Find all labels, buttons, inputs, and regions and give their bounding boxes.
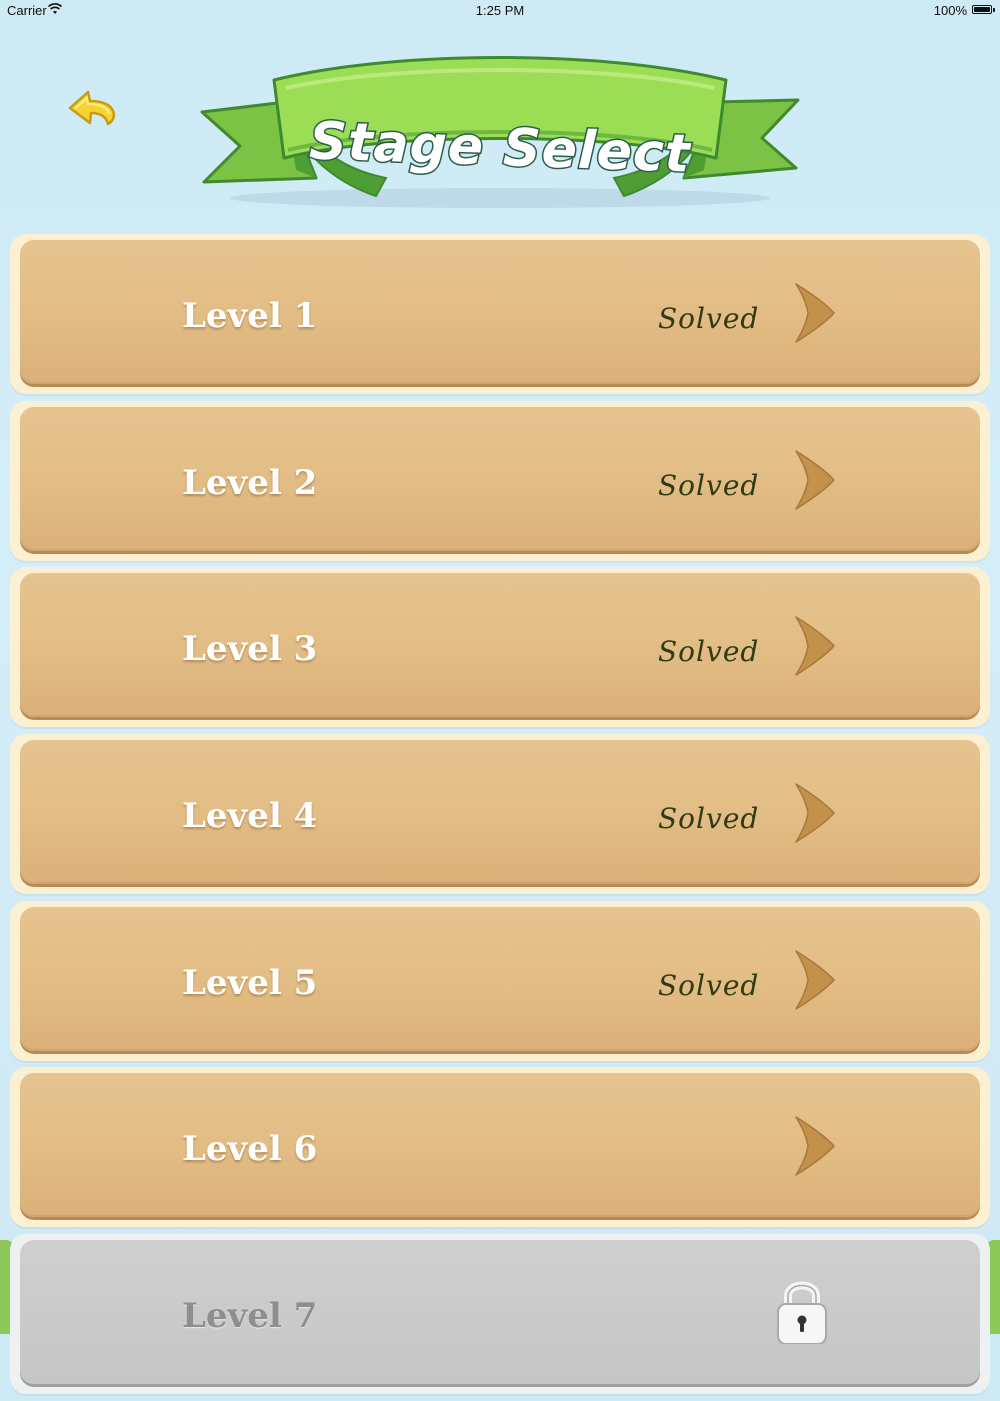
level-list: Level 1 Solved Level 2 Solved Level 3 So… — [10, 234, 990, 1401]
level-row-2[interactable]: Level 2 Solved — [10, 400, 990, 561]
level-card: Level 6 — [20, 1073, 980, 1218]
battery-percent: 100% — [933, 3, 967, 18]
chevron-right-icon — [795, 616, 835, 677]
solved-status: Solved — [658, 802, 760, 836]
level-card: Level 4 Solved — [20, 740, 980, 885]
level-row-3[interactable]: Level 3 Solved — [10, 567, 990, 728]
status-bar: Carrier 1:25 PM 100% — [0, 0, 1000, 22]
level-card: Level 7 — [20, 1240, 980, 1385]
level-label: Level 4 — [182, 796, 318, 837]
level-card: Level 1 Solved — [20, 240, 980, 384]
solved-status: Solved — [658, 968, 760, 1002]
solved-status: Solved — [658, 468, 760, 502]
level-card: Level 3 Solved — [20, 573, 980, 718]
level-card: Level 2 Solved — [20, 406, 980, 551]
chevron-right-icon — [795, 1116, 835, 1177]
solved-status: Solved — [658, 302, 760, 335]
level-label: Level 7 — [182, 1296, 318, 1337]
level-label: Level 2 — [182, 462, 318, 503]
level-card: Level 5 Solved — [20, 906, 980, 1051]
solved-status: Solved — [658, 635, 760, 669]
level-label: Level 6 — [182, 1129, 318, 1170]
back-button[interactable] — [66, 88, 118, 132]
level-label: Level 3 — [182, 629, 318, 670]
level-label: Level 5 — [182, 962, 318, 1003]
level-row-7[interactable]: Level 7 — [10, 1234, 990, 1395]
status-time: 1:25 PM — [475, 3, 525, 18]
chevron-right-icon — [795, 283, 835, 343]
level-row-6[interactable]: Level 6 — [10, 1067, 990, 1228]
chevron-right-icon — [795, 950, 835, 1010]
level-row-5[interactable]: Level 5 Solved — [10, 900, 990, 1061]
chevron-right-icon — [795, 783, 835, 843]
chevron-right-icon — [795, 449, 835, 510]
stage-select-banner: Stage Select — [196, 50, 804, 210]
level-label: Level 1 — [182, 296, 318, 336]
battery-icon — [972, 5, 995, 14]
level-row-1[interactable]: Level 1 Solved — [10, 234, 990, 394]
level-row-4[interactable]: Level 4 Solved — [10, 734, 990, 895]
back-arrow-icon — [68, 90, 116, 126]
